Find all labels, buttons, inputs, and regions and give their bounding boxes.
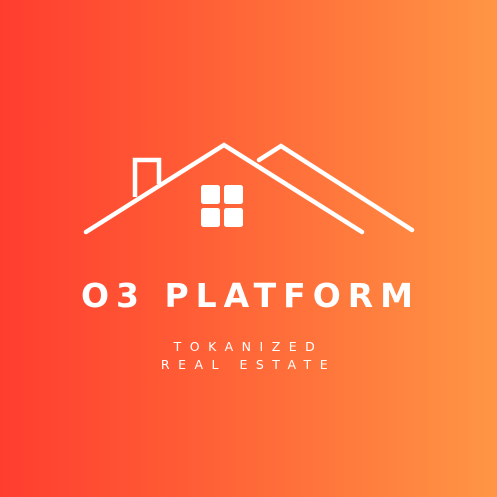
window-icon — [201, 185, 243, 227]
tagline-line-1: TOKANIZED — [173, 339, 324, 354]
brand-title: O3 PLATFORM — [80, 276, 421, 315]
house-roof-icon — [83, 142, 415, 235]
logo-canvas: O3 PLATFORM TOKANIZED REAL ESTATE — [0, 0, 497, 497]
tagline-line-2: REAL ESTATE — [160, 357, 337, 372]
